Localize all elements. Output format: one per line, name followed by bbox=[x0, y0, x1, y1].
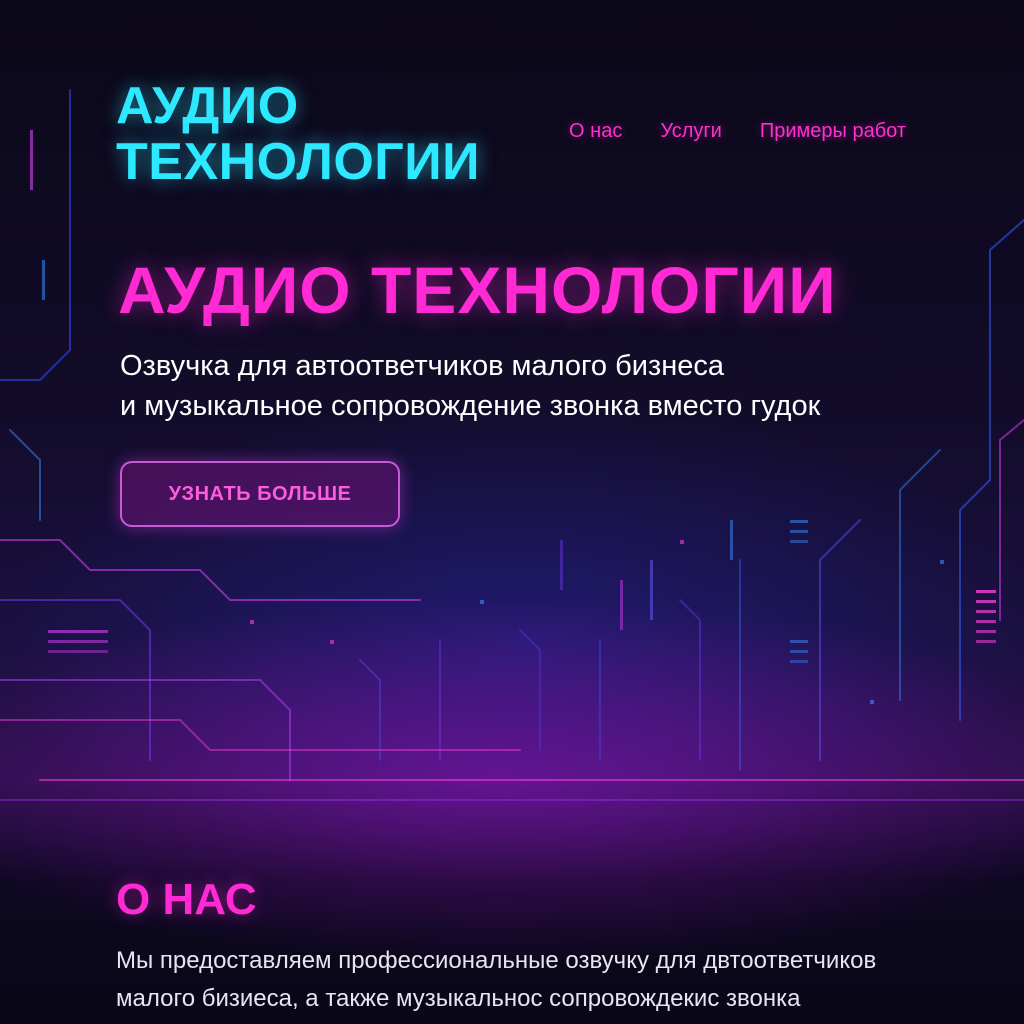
learn-more-button[interactable]: УЗНАТЬ БОЛЬШЕ bbox=[120, 461, 400, 527]
about-text-line-1: Мы предоставляем профессиональные озвучк… bbox=[116, 947, 877, 974]
about-section-title: О НАС bbox=[116, 875, 257, 924]
about-section-text: Мы предоставляем профессиональные озвучк… bbox=[116, 942, 996, 1018]
logo-line-2: ТЕХНОЛОГИИ bbox=[116, 133, 480, 191]
hero-subtitle-line-1: Озвучка для автоответчиков малого бизнес… bbox=[120, 350, 724, 382]
hero-subtitle: Озвучка для автоответчиков малого бизнес… bbox=[120, 346, 940, 426]
hero-subtitle-line-2: и музыкальное сопровождение звонка вмест… bbox=[120, 390, 821, 422]
logo[interactable]: АУДИО ТЕХНОЛОГИИ bbox=[116, 78, 536, 190]
main-nav: О нас Услуги Примеры работ bbox=[569, 120, 906, 143]
nav-link-services[interactable]: Услуги bbox=[660, 120, 722, 143]
nav-link-portfolio[interactable]: Примеры работ bbox=[760, 120, 906, 143]
hero-title: АУДИО ТЕХНОЛОГИИ bbox=[118, 253, 837, 327]
about-text-line-2: малого бизиеса, а также музыкальнос сопр… bbox=[116, 985, 801, 1012]
logo-line-1: АУДИО bbox=[116, 77, 299, 135]
nav-link-about[interactable]: О нас bbox=[569, 120, 622, 143]
site-header: АУДИО ТЕХНОЛОГИИ О нас Услуги Примеры ра… bbox=[0, 0, 1024, 220]
